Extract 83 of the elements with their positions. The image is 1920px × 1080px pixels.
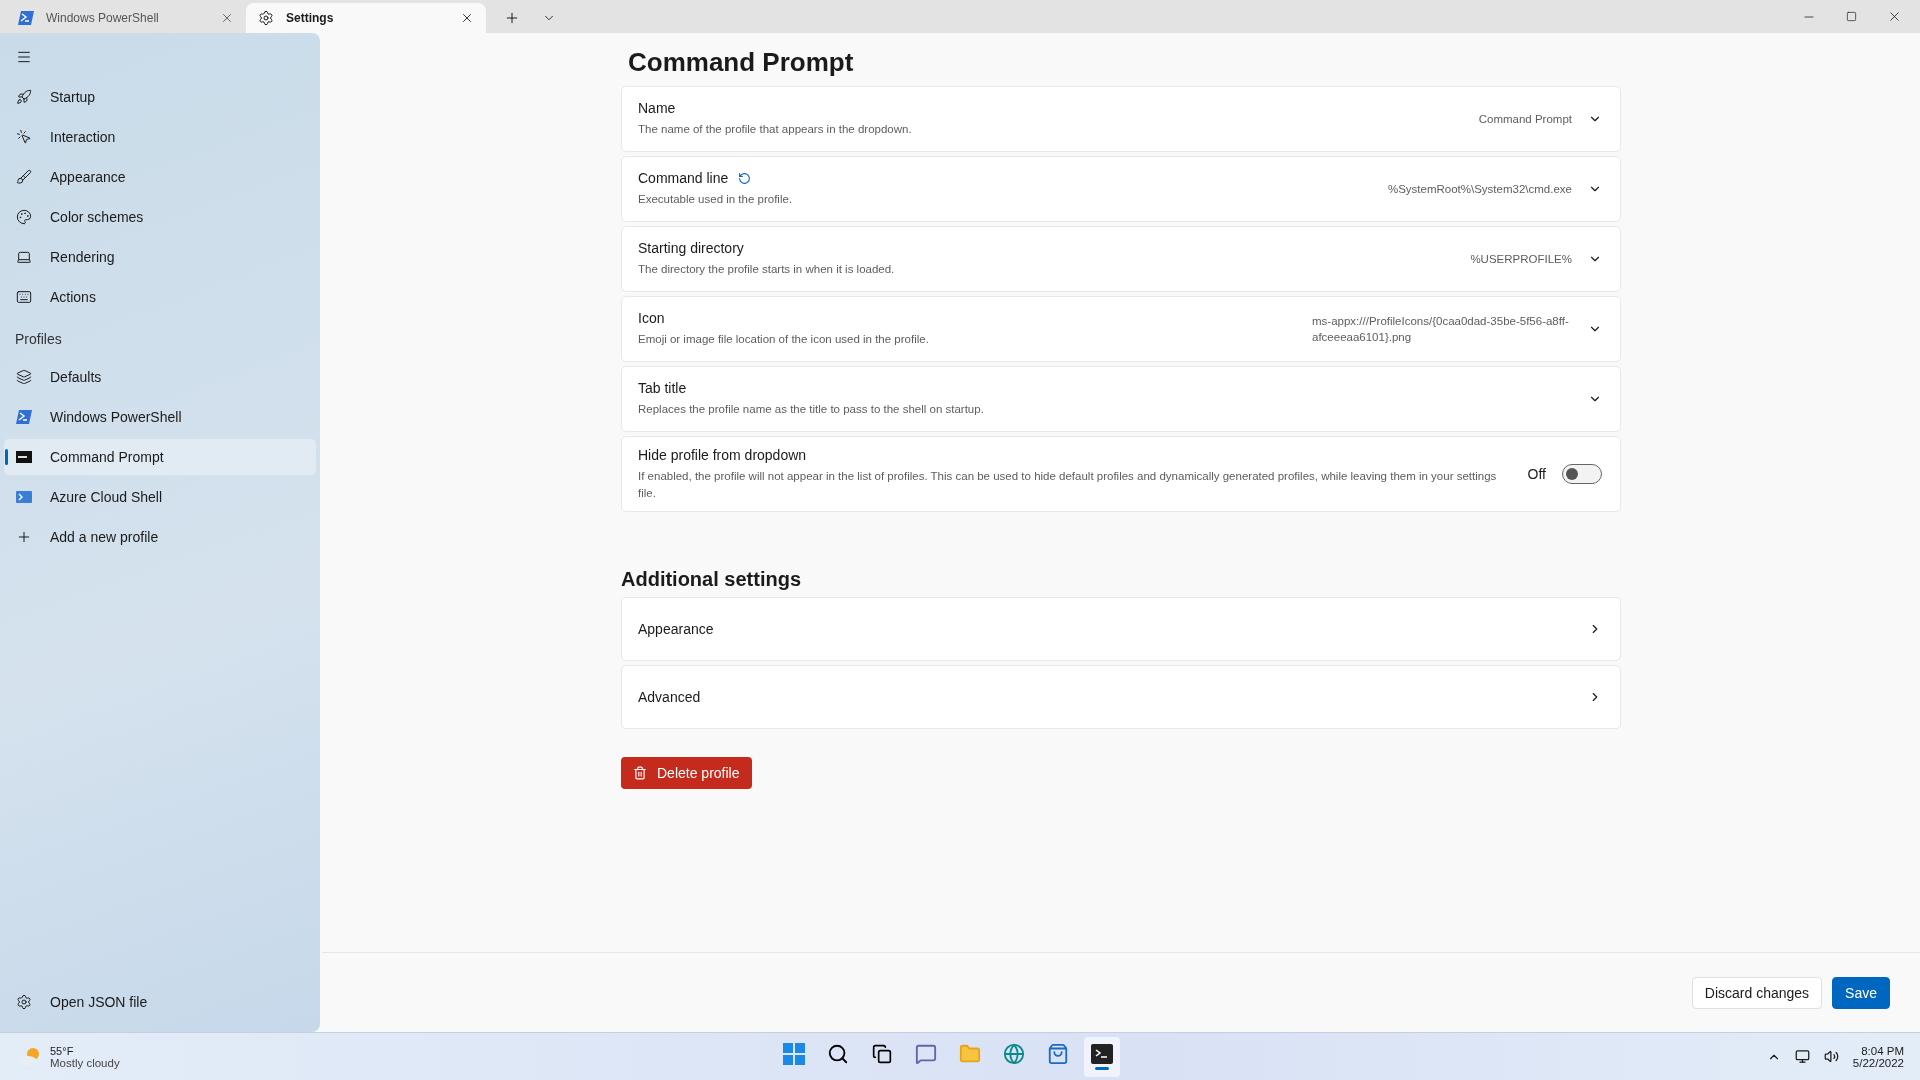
network-icon[interactable] <box>1794 1049 1810 1064</box>
setting-description: If enabled, the profile will not appear in the list of profiles. This can be used to hide default profiles and dynamically generated profiles, while leaving them in your settings file. <box>638 468 1498 501</box>
chat-icon <box>915 1042 937 1065</box>
setting-value: Command Prompt <box>1478 111 1572 127</box>
folder-icon <box>959 1042 981 1065</box>
maximize-icon[interactable] <box>1846 11 1857 22</box>
cloud-sun-icon <box>16 1046 42 1067</box>
clock-time: 8:04 PM <box>1861 1044 1904 1057</box>
setting-title: Icon <box>638 310 665 327</box>
layers-icon <box>16 369 32 385</box>
settings-icon <box>258 10 274 26</box>
browser-icon <box>1003 1042 1025 1065</box>
close-icon[interactable] <box>1887 9 1902 24</box>
delete-button[interactable]: Delete profile <box>621 757 752 789</box>
toggle-state: Off <box>1527 466 1546 482</box>
keyboard-icon <box>16 289 32 305</box>
setting-description: Emoji or image file location of the icon used in the profile. <box>638 332 930 348</box>
setting-title: Starting directory <box>638 240 744 257</box>
sidebar-item[interactable]: Windows PowerShell <box>4 399 316 435</box>
sidebar-item[interactable]: Rendering <box>4 239 316 275</box>
setting-description: The directory the profile starts in when it is loaded. <box>638 262 896 278</box>
trash-icon <box>633 766 647 780</box>
sidebar-item[interactable]: Add a new profile <box>4 519 316 555</box>
setting-value: %USERPROFILE% <box>1470 251 1572 267</box>
toggle-switch[interactable] <box>1562 464 1602 484</box>
sidebar-item[interactable]: Actions <box>4 279 316 315</box>
setting-card[interactable]: Name The name of the profile that appears in the dropdown. Command Prompt <box>621 86 1621 152</box>
plus-icon <box>16 529 32 545</box>
page-title: Command Prompt <box>627 46 855 79</box>
setting-card[interactable]: Tab title Replaces the profile name as the title to pass to the shell on startup. <box>621 366 1621 432</box>
sidebar-item[interactable]: Defaults <box>4 359 316 395</box>
weather-condition: Mostly cloudy <box>50 1056 120 1069</box>
setting-title: Hide profile from dropdown <box>638 446 807 463</box>
setting-value: %SystemRoot%\System32\cmd.exe <box>1387 181 1572 197</box>
sidebar-item[interactable]: Command Prompt <box>4 439 316 475</box>
section-header: Profiles <box>15 331 62 347</box>
selection-indicator <box>5 449 8 465</box>
settings-icon <box>16 994 32 1010</box>
navigation-card[interactable]: Advanced <box>621 665 1621 729</box>
save-button[interactable]: Save <box>1832 976 1890 1009</box>
store-icon <box>1047 1042 1069 1065</box>
setting-description: Replaces the profile name as the title to pass to the shell on startup. <box>638 402 985 418</box>
setting-description: The name of the profile that appears in the dropdown. <box>638 122 913 138</box>
setting-title: Name <box>638 100 676 117</box>
setting-card[interactable]: Icon Emoji or image file location of the icon used in the profile. ms-appx:///ProfileIcons/{0caa0dad-35be-5f56-a8ff-afceeeaa6101}.png <box>621 296 1621 362</box>
terminal-icon <box>16 451 32 463</box>
pointer-icon <box>16 129 32 145</box>
clock-date: 5/22/2022 <box>1852 1056 1904 1069</box>
navigation-card[interactable]: Appearance <box>621 597 1621 661</box>
tab[interactable]: Windows PowerShell <box>6 3 246 33</box>
task-view-icon <box>872 1043 892 1064</box>
volume-icon[interactable] <box>1823 1049 1839 1064</box>
setting-value: ms-appx:///ProfileIcons/{0caa0dad-35be-5f56-a8ff-afceeeaa6101}.png <box>1312 313 1570 345</box>
sidebar-item[interactable]: Open JSON file <box>4 984 316 1020</box>
taskbar-app[interactable] <box>1084 1036 1120 1077</box>
reset-icon[interactable] <box>738 171 752 185</box>
menu-icon[interactable] <box>16 49 32 65</box>
close-icon[interactable] <box>460 11 474 25</box>
setting-description: Executable used in the profile. <box>638 192 794 208</box>
setting-title: Command line <box>638 170 729 187</box>
discard-button[interactable]: Discard changes <box>1691 976 1823 1009</box>
weather-temperature: 55°F <box>50 1044 75 1057</box>
palette-icon <box>16 209 32 225</box>
setting-title: Tab title <box>638 380 687 397</box>
new-tab-icon[interactable] <box>504 10 520 26</box>
sidebar-item[interactable]: Appearance <box>4 159 316 195</box>
setting-card[interactable]: Command line Executable used in the profile. %SystemRoot%\System32\cmd.exe <box>621 156 1621 222</box>
setting-card[interactable]: Starting directory The directory the profile starts in when it is loaded. %USERPROFILE% <box>621 226 1621 292</box>
powershell-icon <box>18 11 34 25</box>
powershell-icon <box>16 410 32 424</box>
sidebar-item[interactable]: Startup <box>4 79 316 115</box>
start-icon <box>783 1042 805 1065</box>
terminal-icon <box>1091 1043 1113 1064</box>
sidebar-item[interactable]: Azure Cloud Shell <box>4 479 316 515</box>
laptop-icon <box>16 249 32 265</box>
tab[interactable]: Settings <box>246 3 486 33</box>
sidebar-item[interactable]: Interaction <box>4 119 316 155</box>
search-icon <box>827 1042 849 1065</box>
section-heading: Additional settings <box>621 567 802 592</box>
brush-icon <box>16 169 32 185</box>
cloud-shell-icon <box>16 491 32 503</box>
sidebar-item[interactable]: Color schemes <box>4 199 316 235</box>
startup-icon <box>16 89 32 105</box>
